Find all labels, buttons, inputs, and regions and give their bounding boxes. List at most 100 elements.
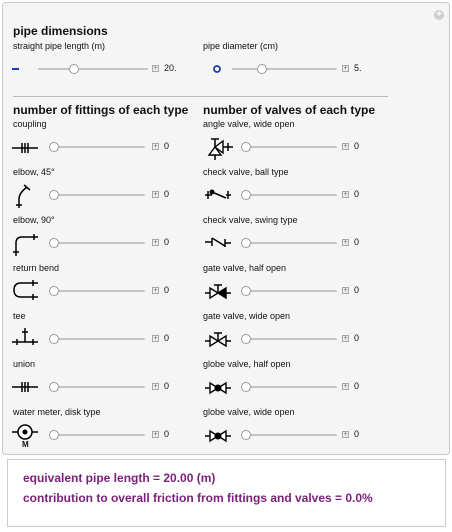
fitting-label: tee: [13, 311, 26, 321]
gate-valve-half-icon: [205, 284, 231, 300]
pipe-length-slider-thumb[interactable]: [69, 64, 79, 74]
fitting-slider[interactable]: [49, 194, 145, 196]
pipe-diameter-value: 5.: [354, 63, 362, 73]
check-valve-swing-icon: [205, 237, 231, 247]
fitting-plus-button[interactable]: +: [152, 383, 159, 390]
results-panel: equivalent pipe length = 20.00 (m) contr…: [7, 459, 446, 527]
tee-icon: [12, 328, 38, 345]
globe-valve-wide-icon: [205, 429, 231, 443]
pipe-length-value: 20.: [164, 63, 177, 73]
fitting-value: 0: [164, 189, 170, 199]
valve-slider-thumb[interactable]: [241, 382, 251, 392]
friction-contribution-result: contribution to overall friction from fi…: [23, 491, 373, 505]
valve-slider[interactable]: [241, 338, 337, 340]
fitting-plus-button[interactable]: +: [152, 191, 159, 198]
fitting-slider-thumb[interactable]: [49, 430, 59, 440]
pipe-length-icon: [12, 68, 19, 70]
pipe-length-plus-button[interactable]: +: [152, 65, 159, 72]
valve-value: 0: [354, 189, 360, 199]
valve-label: gate valve, half open: [203, 263, 287, 273]
gate-valve-wide-icon: [205, 332, 231, 348]
fitting-slider-thumb[interactable]: [49, 190, 59, 200]
valve-value: 0: [354, 429, 360, 439]
pipe-length-label: straight pipe length (m): [13, 41, 106, 51]
return-bend-icon: [13, 280, 38, 300]
fitting-slider[interactable]: [49, 338, 145, 340]
section-divider: [13, 96, 388, 97]
fitting-slider-thumb[interactable]: [49, 238, 59, 248]
valves-header: number of valves of each type: [203, 103, 376, 117]
fitting-label: union: [13, 359, 36, 369]
coupling-icon: [12, 143, 38, 153]
valve-plus-button[interactable]: +: [342, 239, 349, 246]
expand-controls-icon[interactable]: +: [434, 10, 444, 20]
fitting-slider[interactable]: [49, 242, 145, 244]
fitting-value: 0: [164, 333, 170, 343]
valve-slider-thumb[interactable]: [241, 286, 251, 296]
fitting-value: 0: [164, 381, 170, 391]
union-icon: [12, 382, 38, 392]
fitting-slider[interactable]: [49, 434, 145, 436]
valve-value: 0: [354, 333, 360, 343]
pipe-diameter-slider-thumb[interactable]: [257, 64, 267, 74]
fitting-slider-thumb[interactable]: [49, 382, 59, 392]
fitting-label: elbow, 90°: [13, 215, 55, 225]
valve-slider[interactable]: [241, 194, 337, 196]
fitting-value: 0: [164, 429, 170, 439]
fitting-plus-button[interactable]: +: [152, 143, 159, 150]
valve-label: gate valve, wide open: [203, 311, 291, 321]
valve-slider-thumb[interactable]: [241, 190, 251, 200]
valve-slider-thumb[interactable]: [241, 430, 251, 440]
valve-slider-thumb[interactable]: [241, 238, 251, 248]
fitting-plus-button[interactable]: +: [152, 239, 159, 246]
valve-plus-button[interactable]: +: [342, 335, 349, 342]
valve-value: 0: [354, 237, 360, 247]
valve-slider[interactable]: [241, 242, 337, 244]
valve-label: angle valve, wide open: [203, 119, 295, 129]
valve-value: 0: [354, 381, 360, 391]
fitting-slider-thumb[interactable]: [49, 334, 59, 344]
pipe-length-slider[interactable]: [38, 68, 148, 70]
valve-slider[interactable]: [241, 434, 337, 436]
valve-slider-thumb[interactable]: [241, 142, 251, 152]
valve-label: globe valve, half open: [203, 359, 291, 369]
fitting-value: 0: [164, 285, 170, 295]
valve-label: check valve, swing type: [203, 215, 298, 225]
valve-value: 0: [354, 141, 360, 151]
fitting-slider-thumb[interactable]: [49, 286, 59, 296]
fitting-label: return bend: [13, 263, 60, 273]
elbow-45-icon: [16, 184, 31, 208]
equivalent-length-result: equivalent pipe length = 20.00 (m): [23, 471, 216, 485]
fitting-slider-thumb[interactable]: [49, 142, 59, 152]
valve-plus-button[interactable]: +: [342, 143, 349, 150]
pipe-diameter-label: pipe diameter (cm): [203, 41, 279, 51]
water-meter-mark: M: [22, 440, 29, 449]
check-valve-ball-icon: [205, 189, 231, 199]
valve-label: check valve, ball type: [203, 167, 289, 177]
valve-plus-button[interactable]: +: [342, 287, 349, 294]
valve-plus-button[interactable]: +: [342, 191, 349, 198]
valve-slider[interactable]: [241, 146, 337, 148]
valve-slider[interactable]: [241, 290, 337, 292]
valve-slider[interactable]: [241, 386, 337, 388]
angle-valve-icon: [207, 138, 233, 160]
pipe-diameter-icon: [213, 65, 221, 73]
globe-valve-half-icon: [205, 381, 231, 395]
valve-plus-button[interactable]: +: [342, 431, 349, 438]
fitting-label: elbow, 45°: [13, 167, 55, 177]
pipe-dimensions-header: pipe dimensions: [13, 24, 108, 38]
valve-plus-button[interactable]: +: [342, 383, 349, 390]
valve-slider-thumb[interactable]: [241, 334, 251, 344]
fitting-slider[interactable]: [49, 146, 145, 148]
fitting-label: coupling: [13, 119, 47, 129]
valve-label: globe valve, wide open: [203, 407, 295, 417]
valve-value: 0: [354, 285, 360, 295]
fitting-plus-button[interactable]: +: [152, 287, 159, 294]
fitting-plus-button[interactable]: +: [152, 431, 159, 438]
fitting-slider[interactable]: [49, 290, 145, 292]
fitting-plus-button[interactable]: +: [152, 335, 159, 342]
fitting-slider[interactable]: [49, 386, 145, 388]
pipe-diameter-slider[interactable]: [232, 68, 337, 70]
pipe-diameter-plus-button[interactable]: +: [342, 65, 349, 72]
fittings-header: number of fittings of each type: [13, 103, 189, 117]
